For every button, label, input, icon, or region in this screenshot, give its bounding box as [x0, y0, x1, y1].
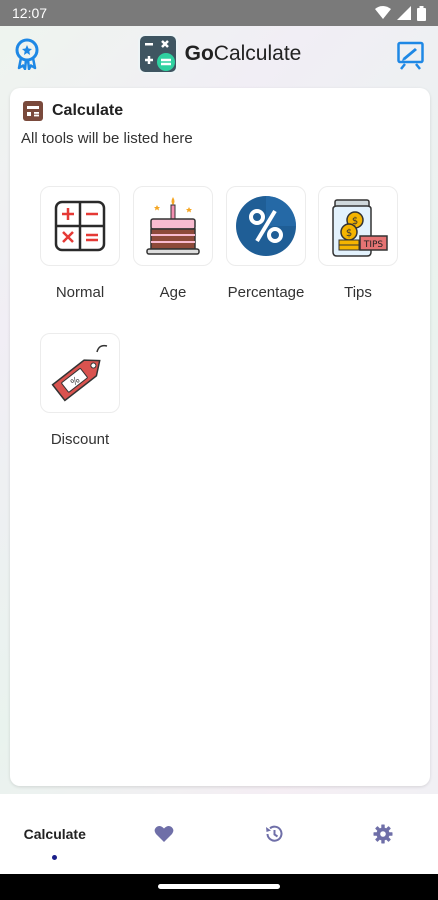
tool-normal[interactable]: Normal	[34, 186, 126, 301]
app-logo-icon	[137, 34, 178, 74]
tool-discount-tile[interactable]: %	[40, 333, 120, 413]
card-title: Calculate	[52, 102, 124, 119]
tip-jar-icon: $ $ TIPS	[332, 199, 388, 257]
birthday-cake-icon	[146, 197, 200, 255]
history-icon	[265, 825, 283, 842]
tool-tips-tile[interactable]: $ $ TIPS	[318, 186, 398, 266]
card-subtitle: All tools will be listed here	[21, 130, 193, 147]
tool-discount-label: Discount	[50, 431, 110, 448]
app-brand: GoCalculate	[137, 33, 302, 75]
svg-text:$: $	[346, 228, 352, 239]
tool-age-label: Age	[159, 284, 187, 301]
nav-calculate[interactable]: Calculate	[0, 794, 110, 874]
gear-icon	[373, 824, 393, 844]
app-bar: GoCalculate	[0, 26, 438, 82]
bottom-nav: Calculate	[0, 794, 438, 874]
app-name-bold: Go	[184, 42, 214, 65]
award-badge-icon	[15, 38, 39, 71]
tool-normal-tile[interactable]	[40, 186, 120, 266]
signal-icon	[397, 6, 411, 20]
nav-calculate-label: Calculate	[23, 826, 86, 842]
card-header: Calculate	[22, 100, 123, 122]
tool-age-tile[interactable]	[133, 186, 213, 266]
system-nav-bar	[0, 874, 438, 900]
home-handle[interactable]	[158, 884, 280, 889]
active-indicator	[52, 855, 58, 860]
tool-normal-label: Normal	[55, 284, 105, 301]
edit-board-icon	[397, 41, 424, 70]
calculator-icon	[23, 101, 43, 121]
status-time: 12:07	[12, 5, 48, 21]
nav-settings[interactable]	[329, 794, 438, 874]
tool-age[interactable]: Age	[127, 186, 219, 301]
heart-icon	[154, 826, 174, 842]
tool-percentage-label: Percentage	[227, 284, 305, 301]
calculator-grid-icon	[54, 200, 106, 252]
app-name: GoCalculate	[185, 42, 302, 66]
tools-card: Calculate All tools will be listed here …	[10, 88, 430, 786]
feedback-button[interactable]	[396, 38, 426, 70]
battery-icon	[417, 5, 426, 21]
svg-text:TIPS: TIPS	[363, 240, 384, 250]
price-tag-icon: %	[51, 344, 108, 402]
nav-favorites[interactable]	[110, 794, 220, 874]
tool-discount[interactable]: % Discount	[34, 333, 126, 448]
award-button[interactable]	[12, 38, 42, 71]
percent-badge-icon	[236, 196, 296, 256]
tool-tips-label: Tips	[344, 284, 372, 301]
status-bar: 12:07	[0, 0, 438, 26]
nav-history[interactable]	[219, 794, 329, 874]
tool-percentage-tile[interactable]	[226, 186, 306, 266]
wifi-icon	[375, 6, 391, 19]
tool-tips[interactable]: $ $ TIPS Tips	[312, 186, 404, 301]
app-name-rest: Calculate	[213, 42, 302, 65]
status-icons	[375, 5, 426, 21]
tool-percentage[interactable]: Percentage	[220, 186, 312, 301]
